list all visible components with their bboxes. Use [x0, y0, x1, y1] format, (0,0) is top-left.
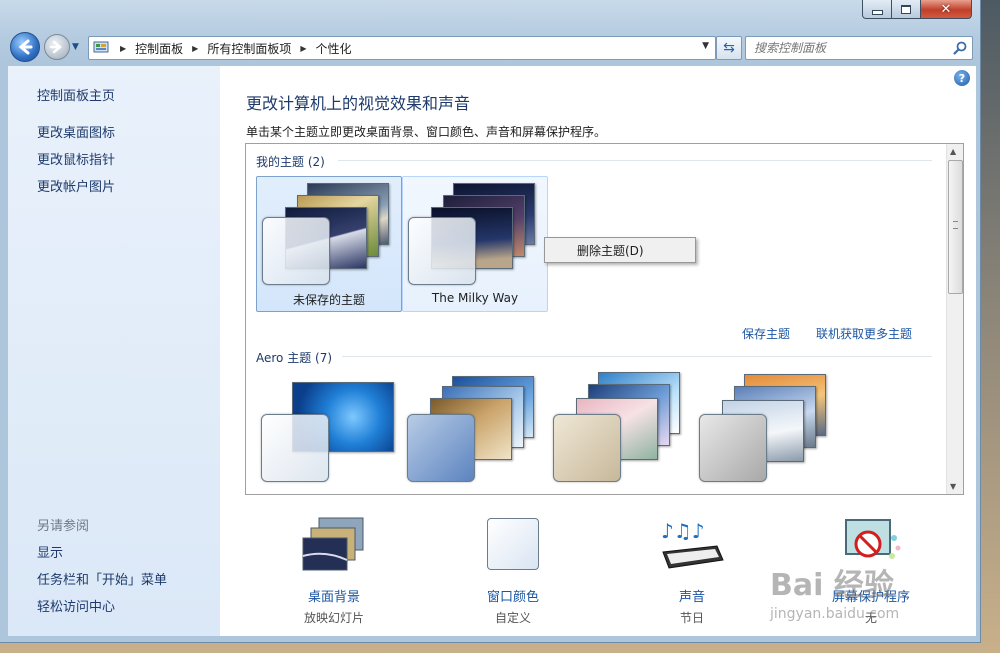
theme-list-scrollbar[interactable]: ▲ ▼: [946, 144, 963, 494]
breadcrumb-separator-icon: ▶: [120, 43, 127, 53]
sounds-icon: ♪♫♪: [661, 519, 724, 569]
maximize-button[interactable]: [891, 0, 921, 19]
forward-button[interactable]: [44, 34, 70, 60]
group-divider: [338, 160, 932, 161]
breadcrumb-separator-icon: ▶: [192, 43, 199, 53]
get-more-themes-online-link[interactable]: 联机获取更多主题: [816, 325, 912, 342]
address-bar[interactable]: ▶ 控制面板 ▶ 所有控制面板项 ▶ 个性化 ▼: [88, 36, 716, 60]
back-arrow-icon: [18, 39, 33, 55]
main-content-pane: ? 更改计算机上的视觉效果和声音 单击某个主题立即更改桌面背景、窗口颜色、声音和…: [220, 66, 976, 636]
forward-arrow-icon: [49, 40, 62, 54]
back-button[interactable]: [10, 32, 40, 62]
setting-value: 自定义: [494, 611, 531, 625]
scrollbar-thumb[interactable]: [948, 160, 963, 294]
chevron-down-icon: ▼: [72, 42, 79, 52]
control-panel-icon: [93, 41, 109, 53]
setting-label[interactable]: 桌面背景: [274, 586, 394, 605]
delete-theme-menu-item[interactable]: 删除主题(D): [577, 242, 644, 259]
control-panel-home-link[interactable]: 控制面板主页: [37, 85, 115, 104]
minimize-button[interactable]: [862, 0, 892, 19]
theme-tile-architecture[interactable]: [402, 372, 548, 494]
window-color-swatch: [553, 414, 621, 482]
grip-icon: [953, 221, 958, 229]
search-input[interactable]: [752, 39, 946, 57]
close-button[interactable]: ✕: [920, 0, 972, 19]
breadcrumb-personalization[interactable]: 个性化: [316, 40, 352, 57]
setting-label[interactable]: 窗口颜色: [453, 586, 573, 605]
desktop-background-icon: [302, 517, 364, 571]
taskbar-start-menu-link[interactable]: 任务栏和「开始」菜单: [37, 569, 167, 588]
watermark-brand: Bai 经验: [770, 568, 894, 603]
setting-value: 节日: [679, 611, 704, 625]
theme-name: The Milky Way: [431, 291, 519, 305]
breadcrumb-separator-icon: ▶: [300, 43, 307, 53]
theme-list[interactable]: 我的主题 (2) 未保存的主题 The Milky Way 删除主题(D) 保存…: [245, 143, 964, 495]
watermark-url: jingyan.baidu.com: [770, 606, 900, 622]
refresh-button[interactable]: ⇆: [716, 36, 742, 60]
aero-themes-group-label: Aero 主题 (7): [256, 351, 333, 365]
display-link[interactable]: 显示: [37, 542, 63, 561]
window-color-swatch: [407, 414, 475, 482]
minimize-icon: [871, 9, 883, 15]
scroll-down-icon[interactable]: ▼: [950, 482, 956, 491]
change-desktop-icons-link[interactable]: 更改桌面图标: [37, 122, 115, 141]
see-also-heading: 另请参阅: [37, 519, 90, 534]
close-icon: ✕: [940, 1, 952, 17]
refresh-icon: ⇆: [723, 40, 735, 56]
window-color-swatch: [261, 414, 329, 482]
search-box[interactable]: [745, 36, 973, 60]
theme-tile-characters[interactable]: [548, 372, 694, 494]
theme-name: 未保存的主题: [292, 293, 365, 307]
context-menu: 删除主题(D): [544, 237, 696, 263]
theme-tile-unsaved[interactable]: 未保存的主题: [256, 176, 402, 312]
maximize-icon: [901, 4, 911, 14]
theme-tile-landscapes[interactable]: [694, 372, 840, 494]
breadcrumb-control-panel[interactable]: 控制面板: [135, 40, 183, 57]
setting-value: 放映幻灯片: [303, 611, 364, 625]
save-theme-link[interactable]: 保存主题: [742, 325, 790, 342]
setting-label[interactable]: 声音: [632, 586, 752, 605]
theme-tile-windows-7[interactable]: [256, 372, 402, 494]
group-divider: [342, 356, 932, 357]
help-button[interactable]: ?: [954, 70, 970, 86]
page-title: 更改计算机上的视觉效果和声音: [246, 94, 471, 113]
personalization-window: ✕ ▼ ▶ 控制面板 ▶ 所有控制面板项 ▶ 个性化 ▼ ⇆ 控制面板主页: [0, 0, 981, 643]
window-color-swatch: [699, 414, 767, 482]
recent-pages-dropdown[interactable]: ▼: [72, 42, 82, 52]
left-navigation-pane: 控制面板主页 更改桌面图标 更改鼠标指针 更改帐户图片 另请参阅 显示 任务栏和…: [8, 66, 220, 636]
scroll-up-icon[interactable]: ▲: [950, 147, 956, 156]
baidu-watermark: Bai 经验 jingyan.baidu.com: [760, 560, 960, 640]
change-mouse-pointers-link[interactable]: 更改鼠标指针: [37, 149, 115, 168]
change-account-picture-link[interactable]: 更改帐户图片: [37, 176, 115, 195]
window-color-swatch: [408, 217, 476, 285]
breadcrumb-all-items[interactable]: 所有控制面板项: [207, 40, 291, 57]
window-color-icon: [487, 518, 539, 570]
my-themes-group-label: 我的主题 (2): [256, 155, 325, 169]
page-description: 单击某个主题立即更改桌面背景、窗口颜色、声音和屏幕保护程序。: [246, 125, 607, 139]
search-icon[interactable]: [952, 40, 968, 56]
window-color-swatch: [262, 217, 330, 285]
ease-of-access-link[interactable]: 轻松访问中心: [37, 596, 115, 615]
help-icon: ?: [958, 71, 966, 85]
svg-text:♪♫♪: ♪♫♪: [661, 519, 704, 543]
address-dropdown-icon[interactable]: ▼: [702, 41, 709, 51]
theme-tile-milky-way[interactable]: The Milky Way: [402, 176, 548, 312]
